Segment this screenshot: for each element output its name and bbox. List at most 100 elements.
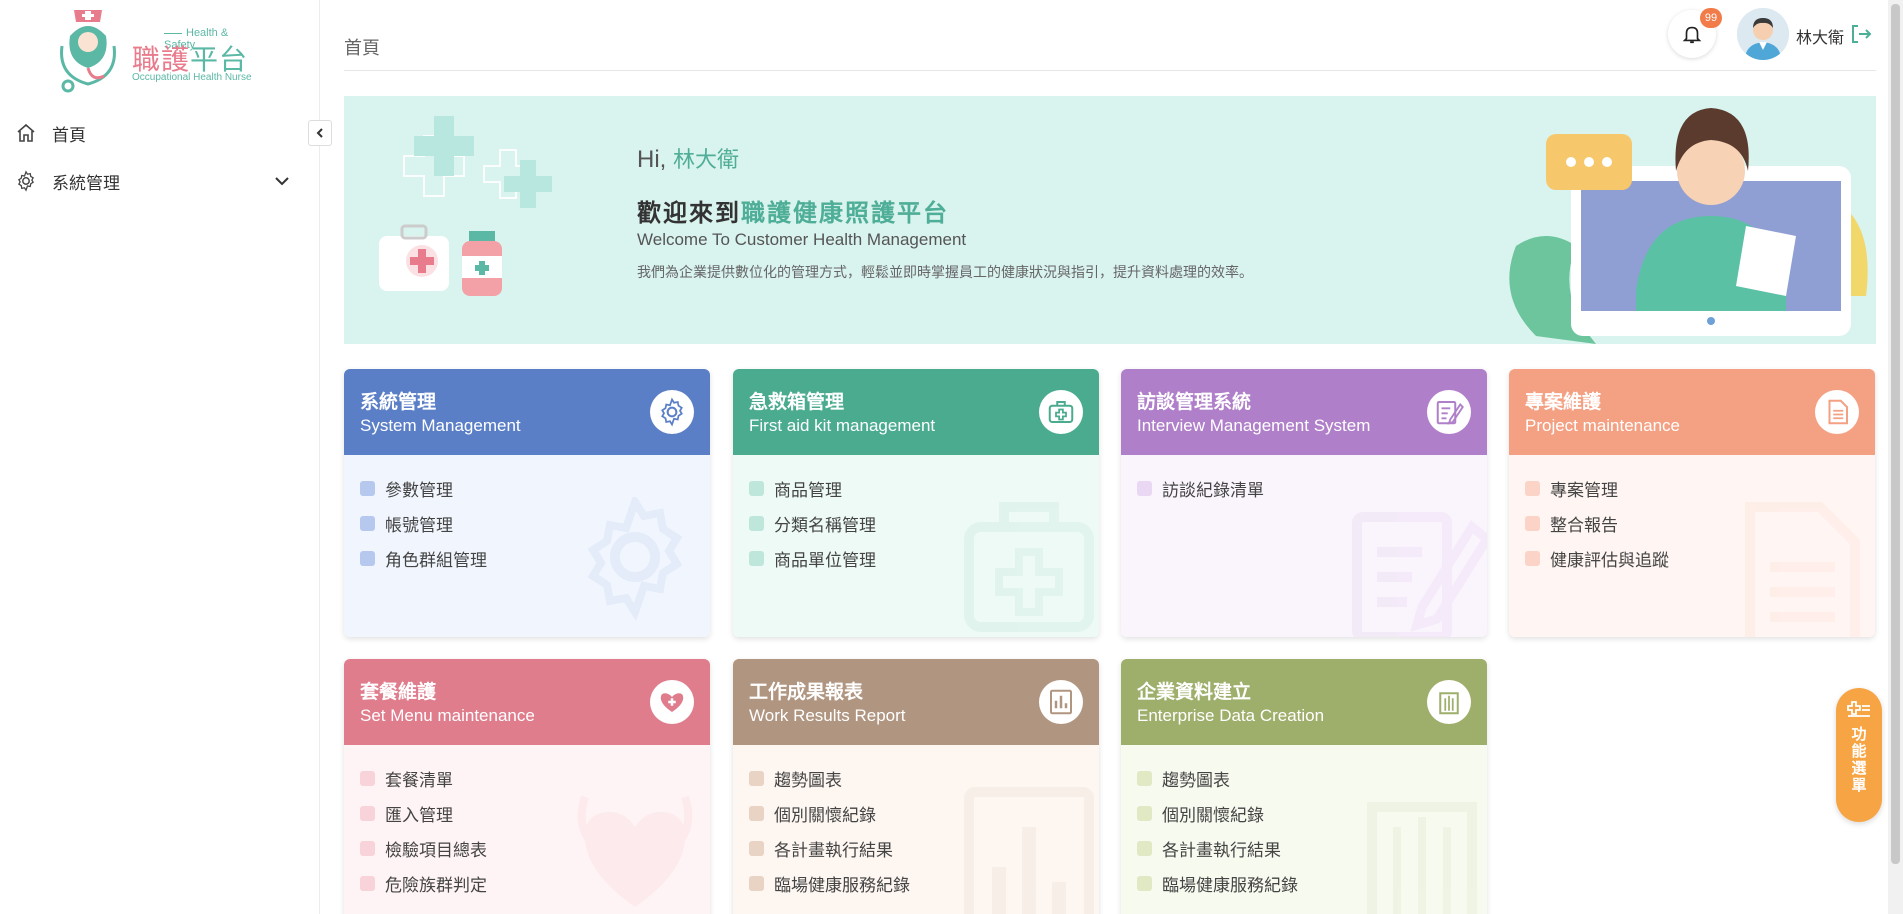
sidebar-item-label: 首頁 bbox=[52, 125, 86, 146]
card-menu-item-label: 專案管理 bbox=[1550, 481, 1618, 501]
card-title: 工作成果報表 bbox=[749, 681, 864, 703]
first-aid-kit-icon bbox=[1039, 390, 1083, 434]
chevron-left-icon bbox=[316, 128, 323, 138]
bullet bbox=[360, 841, 375, 856]
card-menu-item[interactable]: 商品管理 bbox=[749, 471, 876, 506]
bullet bbox=[360, 481, 375, 496]
bar-chart-watermark-icon bbox=[964, 787, 1094, 914]
building-watermark-icon bbox=[1367, 802, 1477, 914]
card-subtitle: Work Results Report bbox=[749, 706, 906, 725]
module-card[interactable]: 訪談管理系統 Interview Management System 訪談紀錄清… bbox=[1121, 369, 1487, 637]
stethoscope-heart-icon bbox=[650, 680, 694, 724]
bullet bbox=[1525, 481, 1540, 496]
module-card[interactable]: 專案維護 Project maintenance 專案管理整合報告健康評估與追蹤 bbox=[1509, 369, 1875, 637]
first-aid-kit-watermark-icon bbox=[964, 502, 1094, 632]
card-menu-item[interactable]: 各計畫執行結果 bbox=[749, 831, 910, 866]
card-header[interactable]: 急救箱管理 First aid kit management bbox=[733, 369, 1099, 455]
card-menu-item-label: 健康評估與追蹤 bbox=[1550, 551, 1669, 571]
bullet bbox=[360, 771, 375, 786]
bullet bbox=[1137, 481, 1152, 496]
card-menu-item[interactable]: 整合報告 bbox=[1525, 506, 1669, 541]
module-card[interactable]: 急救箱管理 First aid kit management 商品管理 分類名稱管… bbox=[733, 369, 1099, 637]
card-menu-item[interactable]: 專案管理 bbox=[1525, 471, 1669, 506]
card-menu-item[interactable]: 趨勢圖表 bbox=[749, 761, 910, 796]
module-card[interactable]: 企業資料建立 Enterprise Data Creation 趨勢圖表個別關懷… bbox=[1121, 659, 1487, 914]
card-body: 訪談紀錄清單 bbox=[1121, 455, 1487, 637]
card-menu-item[interactable]: 健康評估與追蹤 bbox=[1525, 541, 1669, 576]
card-menu-item[interactable]: 參數管理 bbox=[360, 471, 487, 506]
card-menu-item-label: 角色群組管理 bbox=[385, 551, 487, 571]
card-header[interactable]: 套餐維護 Set Menu maintenance bbox=[344, 659, 710, 745]
card-menu-item[interactable]: 各計畫執行結果 bbox=[1137, 831, 1298, 866]
card-menu-item-label: 趨勢圖表 bbox=[1162, 771, 1230, 791]
card-menu-item[interactable]: 帳號管理 bbox=[360, 506, 487, 541]
card-body: 商品管理 分類名稱管理 商品單位管理 bbox=[733, 455, 1099, 637]
card-subtitle: System Management bbox=[360, 416, 521, 435]
card-menu-item-label: 參數管理 bbox=[385, 481, 453, 501]
card-menu-item[interactable]: 臨場健康服務紀錄 bbox=[1137, 866, 1298, 901]
card-menu-item[interactable]: 角色群組管理 bbox=[360, 541, 487, 576]
bullet bbox=[1137, 841, 1152, 856]
card-header[interactable]: 工作成果報表 Work Results Report bbox=[733, 659, 1099, 745]
card-menu-item[interactable]: 訪談紀錄清單 bbox=[1137, 471, 1264, 506]
gear-icon bbox=[14, 169, 38, 193]
logout-button[interactable] bbox=[1850, 24, 1872, 48]
card-menu-item-label: 訪談紀錄清單 bbox=[1162, 481, 1264, 501]
card-menu-item[interactable]: 分類名稱管理 bbox=[749, 506, 876, 541]
chevron-down-icon[interactable] bbox=[272, 171, 292, 196]
avatar[interactable] bbox=[1737, 8, 1789, 60]
bullet bbox=[360, 806, 375, 821]
card-header[interactable]: 系統管理 System Management bbox=[344, 369, 710, 455]
logout-icon bbox=[1852, 25, 1872, 43]
card-menu-list: 趨勢圖表個別關懷紀錄 各計畫執行結果 臨場健康服務紀錄 bbox=[1137, 761, 1298, 901]
logo[interactable]: Health & Safety 職護平台 Occupational Health… bbox=[52, 6, 257, 96]
card-menu-item[interactable]: 臨場健康服務紀錄 bbox=[749, 866, 910, 901]
card-menu-item[interactable]: 匯入管理 bbox=[360, 796, 487, 831]
card-menu-list: 套餐清單 匯入管理 檢驗項目總表 危險族群判定 bbox=[360, 761, 487, 901]
bullet bbox=[749, 551, 764, 566]
floating-menu-button[interactable]: 功能選單 bbox=[1836, 688, 1882, 822]
scrollbar-thumb[interactable] bbox=[1891, 4, 1900, 864]
card-header[interactable]: 訪談管理系統 Interview Management System bbox=[1121, 369, 1487, 455]
bullet bbox=[749, 806, 764, 821]
welcome-description: 我們為企業提供數位化的管理方式，輕鬆並即時掌握員工的健康狀況與指引，提升資料處理… bbox=[637, 265, 1253, 281]
medical-illustration-icon bbox=[379, 116, 552, 296]
card-menu-item-label: 個別關懷紀錄 bbox=[774, 806, 876, 826]
bell-icon bbox=[1682, 26, 1702, 44]
edit-note-icon bbox=[1427, 390, 1471, 434]
card-menu-item[interactable]: 套餐清單 bbox=[360, 761, 487, 796]
building-icon bbox=[1427, 680, 1471, 724]
card-menu-item[interactable]: 危險族群判定 bbox=[360, 866, 487, 901]
card-menu-list: 訪談紀錄清單 bbox=[1137, 471, 1264, 506]
module-card[interactable]: 套餐維護 Set Menu maintenance 套餐清單 匯入管理 檢驗項目總表… bbox=[344, 659, 710, 914]
gear-watermark-icon bbox=[587, 497, 683, 622]
sidebar-item-system-management[interactable]: 系統管理 bbox=[0, 161, 300, 201]
sidebar-collapse-button[interactable] bbox=[308, 120, 332, 146]
card-menu-item[interactable]: 商品單位管理 bbox=[749, 541, 876, 576]
module-card[interactable]: 系統管理 System Management 參數管理帳號管理角色群組管理 bbox=[344, 369, 710, 637]
card-subtitle: First aid kit management bbox=[749, 416, 936, 435]
card-menu-item[interactable]: 檢驗項目總表 bbox=[360, 831, 487, 866]
card-body: 趨勢圖表個別關懷紀錄各計畫執行結果 臨場健康服務紀錄 bbox=[733, 745, 1099, 914]
bullet bbox=[360, 551, 375, 566]
card-subtitle: Set Menu maintenance bbox=[360, 706, 535, 725]
card-menu-item[interactable]: 趨勢圖表 bbox=[1137, 761, 1298, 796]
menu-medical-icon bbox=[1847, 701, 1870, 717]
card-menu-list: 趨勢圖表個別關懷紀錄各計畫執行結果 臨場健康服務紀錄 bbox=[749, 761, 910, 901]
bullet bbox=[749, 771, 764, 786]
edit-note-watermark-icon bbox=[1352, 512, 1487, 637]
bullet bbox=[749, 516, 764, 531]
module-card[interactable]: 工作成果報表 Work Results Report 趨勢圖表個別關懷紀錄各計畫… bbox=[733, 659, 1099, 914]
card-menu-item-label: 整合報告 bbox=[1550, 516, 1618, 536]
card-body: 參數管理帳號管理角色群組管理 bbox=[344, 455, 710, 637]
nurse-illustration-icon bbox=[1509, 108, 1868, 344]
sidebar-item-home[interactable]: 首頁 bbox=[0, 113, 300, 153]
card-menu-item[interactable]: 個別關懷紀錄 bbox=[749, 796, 910, 831]
card-header[interactable]: 企業資料建立 Enterprise Data Creation bbox=[1121, 659, 1487, 745]
card-subtitle: Interview Management System bbox=[1137, 416, 1371, 435]
logo-subtitle: Occupational Health Nurse bbox=[132, 72, 252, 83]
gear-icon bbox=[650, 390, 694, 434]
card-header[interactable]: 專案維護 Project maintenance bbox=[1509, 369, 1875, 455]
card-menu-item[interactable]: 個別關懷紀錄 bbox=[1137, 796, 1298, 831]
bullet bbox=[749, 481, 764, 496]
